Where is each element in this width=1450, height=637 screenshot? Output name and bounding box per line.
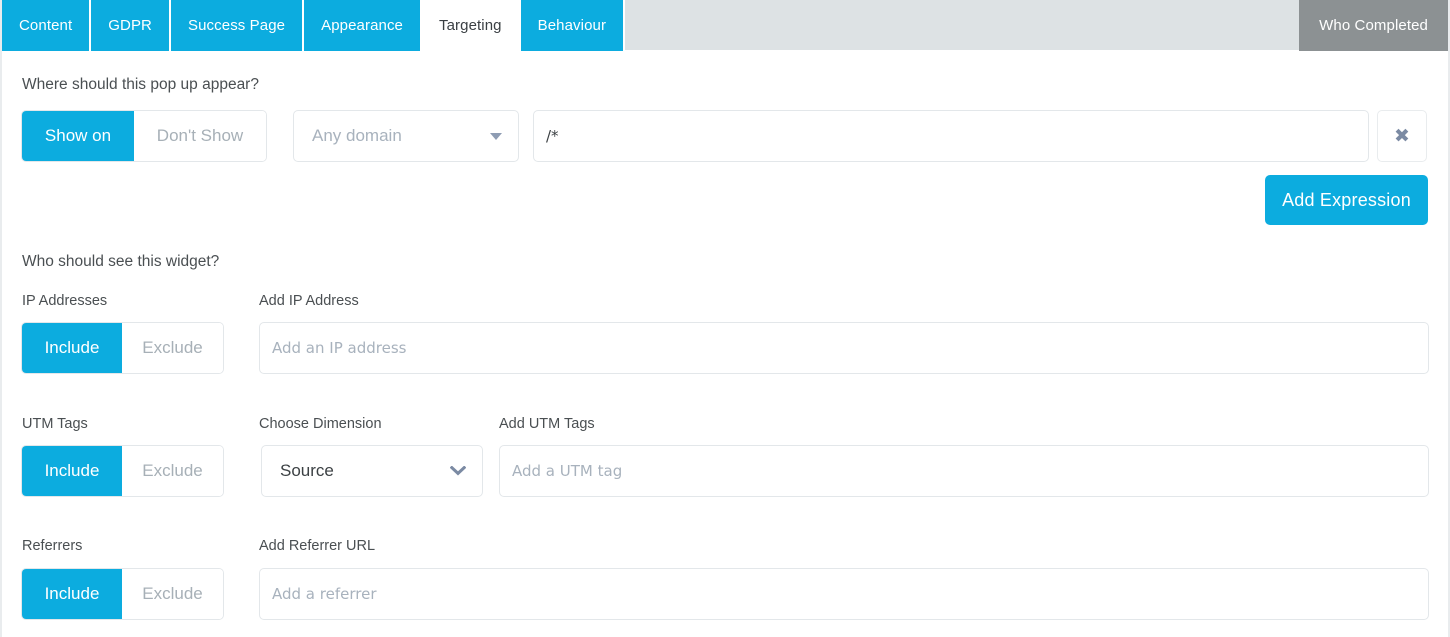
utm-tags-label: UTM Tags: [22, 416, 88, 432]
targeting-content: Where should this pop up appear? Show on…: [2, 51, 1448, 637]
caret-down-icon: [490, 132, 502, 140]
who-should-see-widget-heading: Who should see this widget?: [22, 253, 220, 270]
add-expression-button[interactable]: Add Expression: [1265, 175, 1428, 225]
referrers-exclude-segment[interactable]: Exclude: [122, 569, 223, 619]
tab-bar-spacer: [625, 0, 1300, 50]
choose-dimension-label: Choose Dimension: [259, 416, 382, 432]
ip-include-exclude-toggle[interactable]: Include Exclude: [21, 322, 224, 374]
referrers-include-segment[interactable]: Include: [22, 569, 122, 619]
utm-include-segment[interactable]: Include: [22, 446, 122, 496]
chevron-down-icon: [449, 464, 467, 477]
show-on-toggle-group[interactable]: Show on Don't Show: [21, 110, 267, 162]
tab-behaviour[interactable]: Behaviour: [520, 0, 626, 51]
ip-addresses-label: IP Addresses: [22, 293, 108, 309]
utm-dimension-select[interactable]: Source: [261, 445, 483, 497]
tab-bar: Content GDPR Success Page Appearance Tar…: [2, 0, 1448, 51]
domain-select[interactable]: Any domain: [293, 110, 519, 162]
tab-targeting[interactable]: Targeting: [422, 0, 521, 51]
utm-dimension-value: Source: [280, 461, 334, 480]
tab-gdpr[interactable]: GDPR: [91, 0, 171, 51]
add-ip-address-label: Add IP Address: [259, 293, 359, 309]
add-utm-tag-input[interactable]: [499, 445, 1429, 497]
tab-who-completed[interactable]: Who Completed: [1299, 0, 1448, 51]
tab-success-page[interactable]: Success Page: [171, 0, 305, 51]
add-ip-address-input[interactable]: [259, 322, 1429, 374]
close-icon: ✖: [1394, 124, 1410, 147]
referrers-label: Referrers: [22, 538, 83, 554]
utm-include-exclude-toggle[interactable]: Include Exclude: [21, 445, 224, 497]
tab-appearance[interactable]: Appearance: [304, 0, 422, 51]
remove-expression-button[interactable]: ✖: [1377, 110, 1427, 162]
utm-exclude-segment[interactable]: Exclude: [122, 446, 223, 496]
url-pattern-input[interactable]: [533, 110, 1369, 162]
ip-exclude-segment[interactable]: Exclude: [122, 323, 223, 373]
add-utm-tags-label: Add UTM Tags: [499, 416, 595, 432]
targeting-settings-page: Content GDPR Success Page Appearance Tar…: [0, 0, 1450, 637]
referrers-include-exclude-toggle[interactable]: Include Exclude: [21, 568, 224, 620]
dont-show-segment[interactable]: Don't Show: [134, 111, 266, 161]
domain-select-value: Any domain: [312, 126, 402, 145]
tab-content[interactable]: Content: [2, 0, 92, 51]
where-should-popup-appear-heading: Where should this pop up appear?: [22, 76, 259, 93]
add-referrer-input[interactable]: [259, 568, 1429, 620]
add-referrer-url-label: Add Referrer URL: [259, 538, 376, 554]
show-on-segment[interactable]: Show on: [22, 111, 134, 161]
ip-include-segment[interactable]: Include: [22, 323, 122, 373]
